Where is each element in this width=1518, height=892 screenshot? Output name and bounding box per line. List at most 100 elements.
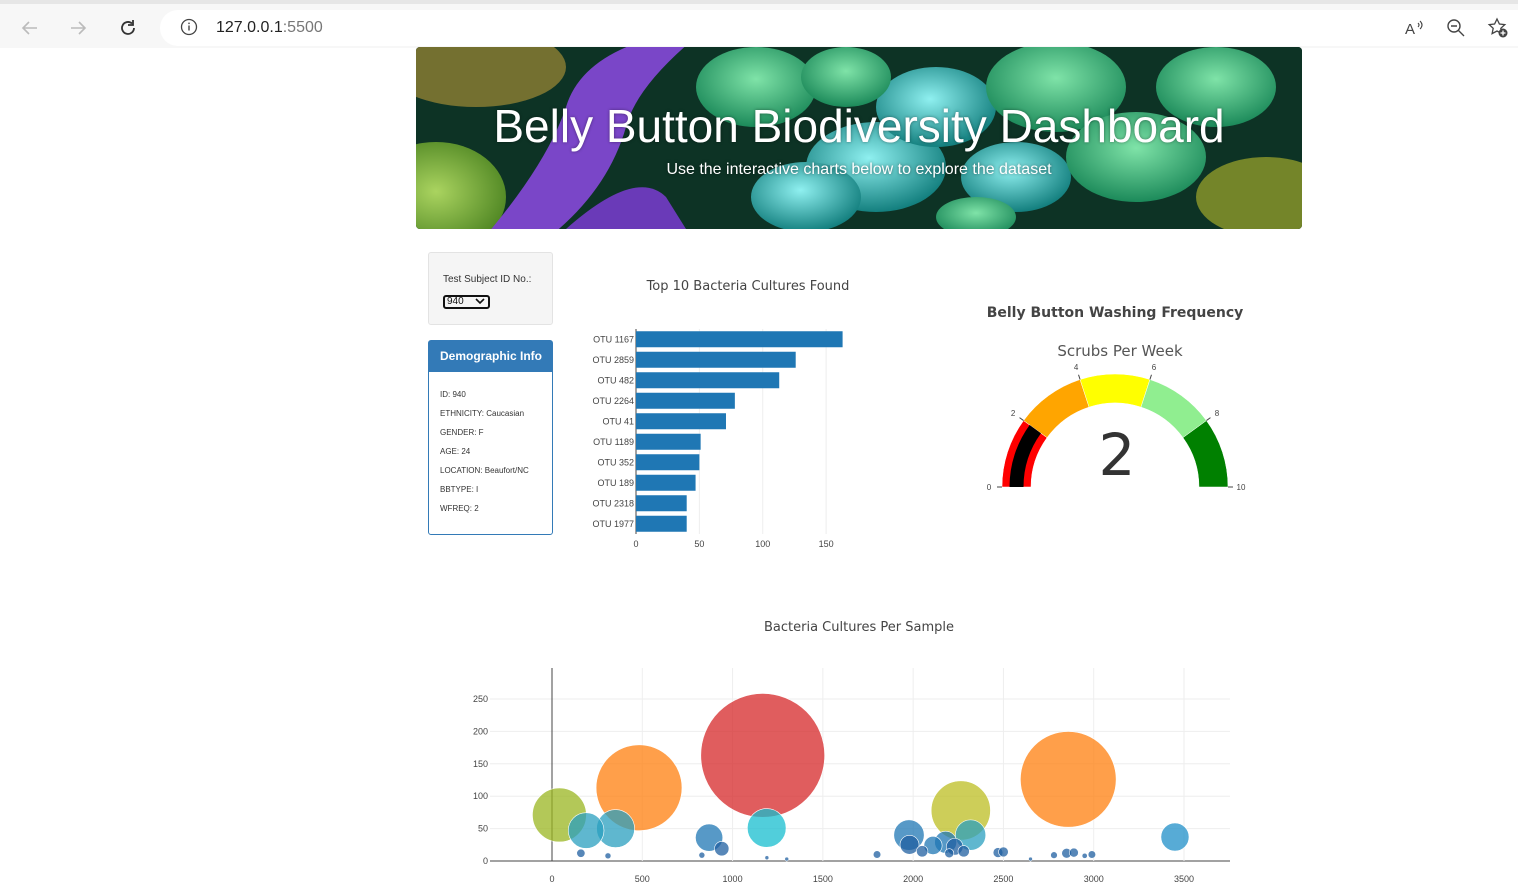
bubble-y-tick-label: 100 xyxy=(473,791,488,801)
bubble-point[interactable] xyxy=(1050,851,1058,859)
bubble-point[interactable] xyxy=(698,851,706,859)
bubble-y-tick-label: 150 xyxy=(473,759,488,769)
page-title: Belly Button Biodiversity Dashboard xyxy=(493,100,1225,152)
gauge-tick-label: 8 xyxy=(1215,409,1220,418)
back-icon[interactable] xyxy=(16,14,44,42)
gauge-step xyxy=(1079,373,1151,408)
bubble-y-tick-label: 250 xyxy=(473,694,488,704)
bubble-y-tick-label: 50 xyxy=(478,824,488,834)
bubble-x-tick-label: 3500 xyxy=(1174,874,1194,884)
bar-y-tick-label: OTU 2859 xyxy=(592,355,634,365)
chevron-down-icon xyxy=(475,297,485,307)
bar[interactable] xyxy=(636,515,687,532)
bubble-point[interactable] xyxy=(567,812,605,849)
url-text[interactable]: 127.0.0.1:5500 xyxy=(216,19,323,37)
demographic-panel: Demographic Info ID: 940 ETHNICITY: Cauc… xyxy=(428,340,553,535)
bubble-point[interactable] xyxy=(916,845,929,858)
bar-chart-x-labels: 0 50 100 150 xyxy=(633,539,833,549)
demographic-info-list: ID: 940 ETHNICITY: Caucasian GENDER: F A… xyxy=(429,372,552,514)
bar-y-tick-label: OTU 1167 xyxy=(593,334,634,344)
top10-bar-chart: Top 10 Bacteria Cultures Found OTU 1167O… xyxy=(592,279,850,549)
bubble-point[interactable] xyxy=(1081,852,1088,859)
forward-icon[interactable] xyxy=(64,14,92,42)
bar-x-tick-label: 100 xyxy=(755,539,770,549)
bar[interactable] xyxy=(636,454,700,471)
bar[interactable] xyxy=(636,372,780,389)
address-bar[interactable]: 127.0.0.1:5500 xyxy=(160,10,1518,46)
bubble-point[interactable] xyxy=(714,841,730,857)
bubble-point[interactable] xyxy=(1020,731,1117,828)
site-info-icon[interactable] xyxy=(180,18,198,41)
header-banner: Belly Button Biodiversity Dashboard Use … xyxy=(416,47,1302,229)
bubble-point[interactable] xyxy=(872,850,882,859)
page-subtitle: Use the interactive charts below to expl… xyxy=(666,161,1052,178)
bar-y-tick-label: OTU 2318 xyxy=(592,498,634,508)
bubble-x-tick-label: 0 xyxy=(549,874,554,884)
demo-gender: GENDER: F xyxy=(440,428,484,437)
subject-id-select[interactable]: 940 xyxy=(443,295,490,309)
bubble-x-tick-label: 1000 xyxy=(723,874,743,884)
washing-frequency-gauge: Belly Button Washing Frequency Scrubs Pe… xyxy=(987,305,1246,492)
bubble-y-tick-label: 0 xyxy=(483,856,488,866)
bubble-point[interactable] xyxy=(576,848,586,858)
bar-chart-title: Top 10 Bacteria Cultures Found xyxy=(646,279,850,294)
bubble-chart-marks xyxy=(532,693,1190,862)
gauge-subtitle: Scrubs Per Week xyxy=(1057,342,1183,360)
refresh-icon[interactable] xyxy=(114,14,142,42)
demographic-panel-title: Demographic Info xyxy=(429,341,552,372)
bubble-x-tick-label: 3000 xyxy=(1084,874,1104,884)
bar[interactable] xyxy=(636,495,687,512)
bar[interactable] xyxy=(636,351,796,368)
gauge-tick-label: 10 xyxy=(1237,483,1246,492)
demo-wfreq: WFREQ: 2 xyxy=(440,504,479,513)
bubble-x-tick-label: 500 xyxy=(635,874,650,884)
gauge-tick-label: 6 xyxy=(1152,363,1157,372)
bubble-chart: Bacteria Cultures Per Sample 0 50 100 150 20… xyxy=(473,620,1230,884)
subject-select-well: Test Subject ID No.: 940 xyxy=(428,252,553,325)
bar-chart-marks xyxy=(636,331,843,532)
bubble-x-tick-label: 2500 xyxy=(993,874,1013,884)
bar-y-tick-label: OTU 2264 xyxy=(592,396,634,406)
bubble-point[interactable] xyxy=(998,846,1009,858)
bubble-y-tick-label: 200 xyxy=(473,726,488,736)
bubble-point[interactable] xyxy=(784,856,790,862)
bar[interactable] xyxy=(636,474,696,491)
bubble-point[interactable] xyxy=(944,848,955,859)
bar[interactable] xyxy=(636,331,843,348)
bubble-x-tick-label: 1500 xyxy=(813,874,833,884)
gauge-value-text: 2 xyxy=(1099,421,1136,489)
bubble-point[interactable] xyxy=(1068,847,1079,858)
bubble-point[interactable] xyxy=(1160,822,1190,852)
bar-y-tick-label: OTU 189 xyxy=(597,478,634,488)
bubble-point[interactable] xyxy=(1087,850,1097,859)
gauge-tick xyxy=(1206,417,1211,421)
bubble-point[interactable] xyxy=(604,852,612,860)
bar-chart-y-labels: OTU 1167 OTU 2859 OTU 482 OTU 2264 OTU 41 OTU… xyxy=(592,334,634,529)
bar[interactable] xyxy=(636,413,726,430)
read-aloud-icon[interactable]: A xyxy=(1400,14,1428,42)
bubble-point[interactable] xyxy=(747,808,787,848)
bubble-point[interactable] xyxy=(700,693,825,818)
bar-y-tick-label: OTU 482 xyxy=(597,375,634,385)
gauge-title: Belly Button Washing Frequency xyxy=(987,305,1244,321)
bubble-point[interactable] xyxy=(957,845,970,858)
gauge-tick-label: 2 xyxy=(1011,409,1016,418)
bar-y-tick-label: OTU 41 xyxy=(602,416,634,426)
zoom-out-icon[interactable] xyxy=(1442,14,1470,42)
bar[interactable] xyxy=(636,392,735,409)
bubble-point[interactable] xyxy=(764,855,770,861)
add-favorite-icon[interactable] xyxy=(1484,14,1512,42)
bar-y-tick-label: OTU 1189 xyxy=(593,437,634,447)
demo-bbtype: BBTYPE: I xyxy=(440,485,479,494)
bar-y-tick-label: OTU 352 xyxy=(597,457,634,467)
gauge-tick-label: 0 xyxy=(987,483,992,492)
demo-id: ID: 940 xyxy=(440,390,466,399)
gauge-tick xyxy=(1149,374,1152,380)
gauge-tick xyxy=(1019,417,1024,421)
browser-toolbar: 127.0.0.1:5500 A xyxy=(0,0,1518,48)
url-port: :5500 xyxy=(282,19,323,36)
svg-text:A: A xyxy=(1405,21,1415,38)
bar[interactable] xyxy=(636,433,701,450)
bubble-point[interactable] xyxy=(1028,856,1033,862)
demo-location: LOCATION: Beaufort/NC xyxy=(440,466,529,475)
